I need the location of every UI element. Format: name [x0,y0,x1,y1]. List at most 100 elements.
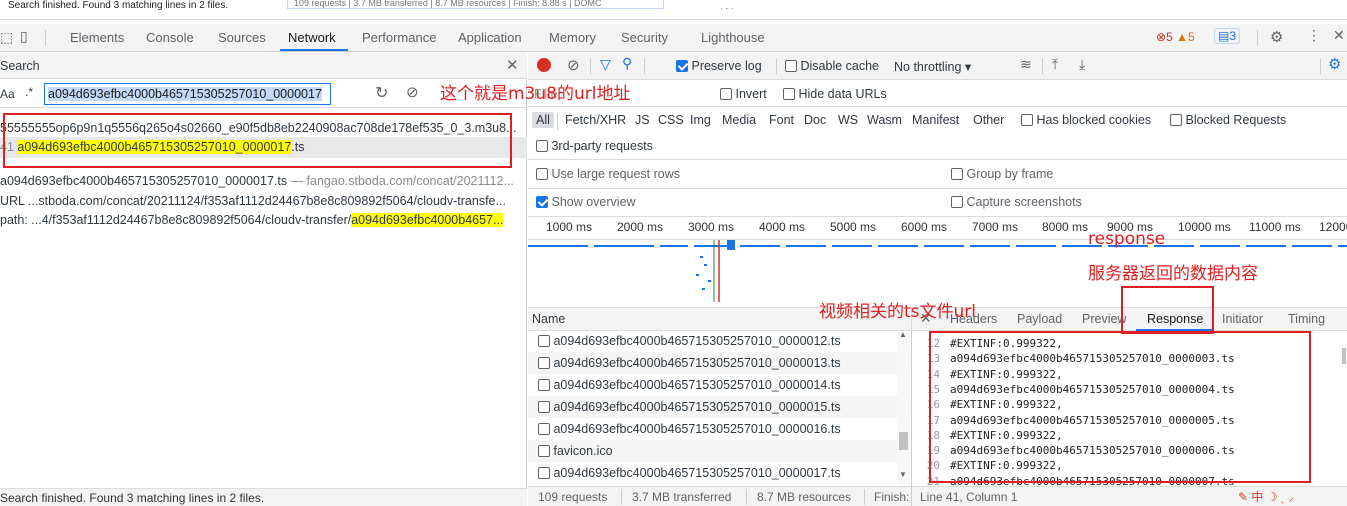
throttling-select[interactable]: No throttling ▾ [894,59,971,74]
type-filter-css[interactable]: CSS [658,113,684,127]
type-filter-media[interactable]: Media [722,113,756,127]
search-icon[interactable]: ⚲ [622,55,632,72]
refresh-icon[interactable]: ↻ [375,83,388,103]
divider [590,58,591,74]
finish-time: Finish: [874,490,910,504]
search-result-match[interactable]: path: ...4/f353af1112d24467b8e8c809892f5… [0,210,527,231]
network-toolbar: ⊘ ▽ ⚲ Preserve log Disable cache No thro… [528,53,1347,80]
tab-network[interactable]: Network [288,30,336,45]
scrollbar-thumb[interactable] [899,432,908,450]
hide-data-urls-checkbox[interactable]: Hide data URLs [783,87,887,101]
scroll-down-icon[interactable]: ▼ [899,470,907,479]
issues-badge[interactable]: ⊗5 ▲5 [1156,30,1195,44]
large-rows-checkbox[interactable]: Use large request rows [536,167,680,181]
type-filter-other[interactable]: Other [973,113,1004,127]
import-har-icon[interactable]: ⤒ [1052,56,1058,73]
more-options-icon[interactable]: ⋮ [1307,27,1321,44]
device-toolbar-icon[interactable]: ▯ [20,28,28,45]
file-icon [538,467,550,479]
tab-application[interactable]: Application [458,30,522,45]
group-by-frame-checkbox[interactable]: Group by frame [951,167,1053,181]
detail-tab-payload[interactable]: Payload [1017,312,1062,326]
ime-icon[interactable]: ✎ 中 ☽ ˎ ⸝ [1238,490,1294,504]
divider [45,30,46,46]
detail-tab-timing[interactable]: Timing [1288,312,1325,326]
tab-lighthouse[interactable]: Lighthouse [701,30,765,45]
export-har-icon[interactable]: ⤓ [1079,56,1085,73]
blocked-cookies-checkbox[interactable]: Has blocked cookies [1021,113,1151,127]
checkbox-unchecked [1021,114,1033,126]
type-filter-manifest[interactable]: Manifest [912,113,959,127]
request-row[interactable]: a094d693efbc4000b465715305257010_0000014… [528,374,911,396]
timeline-tick: 8000 ms [1042,220,1089,234]
invert-label: Invert [735,87,767,101]
preserve-log-checkbox[interactable]: Preserve log [676,59,762,73]
result-file-name: a094d693efbc4000b465715305257010_0000017… [0,174,288,188]
blocked-requests-checkbox[interactable]: Blocked Requests [1170,113,1286,127]
network-conditions-icon[interactable]: ≋ [1020,56,1032,73]
tab-sources[interactable]: Sources [218,30,266,45]
messages-badge[interactable]: ▤3 [1214,28,1241,44]
divider [864,489,865,505]
blocked-cookies-label: Has blocked cookies [1036,113,1152,127]
clear-log-icon[interactable]: ⊘ [567,56,580,74]
type-filter-all[interactable]: All [532,112,554,128]
timeline-tick: 5000 ms [830,220,877,234]
detail-tab-preview[interactable]: Preview [1082,312,1126,326]
scroll-up-icon[interactable]: ▲ [899,330,907,339]
type-filter-ws[interactable]: WS [838,113,858,127]
request-row[interactable]: a094d693efbc4000b465715305257010_0000015… [528,396,911,418]
type-filter-fetch-xhr[interactable]: Fetch/XHR [565,113,626,127]
request-row[interactable]: a094d693efbc4000b465715305257010_0000013… [528,352,911,374]
regex-toggle[interactable]: .* [25,85,33,99]
response-scrollbar-thumb[interactable] [1342,348,1346,364]
network-summary-bar: 109 requests 3.7 MB transferred 8.7 MB r… [528,486,911,506]
third-party-checkbox[interactable]: 3rd-party requests [536,139,653,153]
inspect-element-icon[interactable]: ⬚ [0,29,13,46]
close-icon[interactable]: ✕ [1333,27,1345,44]
annotation-box-response-tab [1121,286,1214,334]
tab-elements[interactable]: Elements [70,30,124,45]
message-icon: ▤ [1218,29,1230,43]
gear-icon[interactable]: ⚙ [1270,28,1283,46]
disable-cache-checkbox[interactable]: Disable cache [785,59,879,73]
search-result-match[interactable]: URL ...stboda.com/concat/20211124/f353af… [0,191,527,212]
tab-memory[interactable]: Memory [549,30,596,45]
record-icon[interactable] [537,58,551,72]
overview-timeline[interactable]: 1000 ms 2000 ms 3000 ms 4000 ms 5000 ms … [528,216,1347,240]
timeline-tick: 2000 ms [617,220,664,234]
filter-icon[interactable]: ▽ [600,56,611,73]
ime-tray[interactable]: ✎ 中 ☽ ˎ ⸝ [1238,488,1347,506]
request-row[interactable]: a094d693efbc4000b465715305257010_0000017… [528,462,911,484]
show-overview-checkbox[interactable]: Show overview [536,195,636,209]
close-search-icon[interactable]: ✕ [506,56,519,74]
capture-screenshots-label: Capture screenshots [966,195,1082,209]
search-input[interactable]: a094d693efbc4000b465715305257010_0000017 [44,83,331,105]
capture-screenshots-checkbox[interactable]: Capture screenshots [951,195,1082,209]
tab-performance[interactable]: Performance [362,30,436,45]
type-filter-doc[interactable]: Doc [804,113,826,127]
result-path-text: path: ...4/f353af1112d24467b8e8c809892f5… [0,213,352,227]
tab-security[interactable]: Security [621,30,668,45]
request-name: a094d693efbc4000b465715305257010_0000015… [553,400,841,414]
name-header-label: Name [532,312,566,326]
warning-icon: ▲ [1176,30,1188,44]
divider [1257,30,1258,46]
search-result-file[interactable]: a094d693efbc4000b465715305257010_0000017… [0,171,527,192]
request-row[interactable]: a094d693efbc4000b465715305257010_0000012… [528,330,911,352]
detail-tab-initiator[interactable]: Initiator [1222,312,1263,326]
transferred-size: 3.7 MB transferred [632,490,732,504]
divider [621,489,622,505]
tab-console[interactable]: Console [146,30,194,45]
invert-checkbox[interactable]: Invert [720,87,767,101]
request-row[interactable]: a094d693efbc4000b465715305257010_0000016… [528,418,911,440]
request-row[interactable]: favicon.ico [528,440,911,462]
type-filter-wasm[interactable]: Wasm [867,113,902,127]
type-filter-font[interactable]: Font [769,113,794,127]
type-filter-img[interactable]: Img [690,113,711,127]
clear-icon[interactable]: ⊘ [406,83,419,101]
match-case-toggle[interactable]: Aa [0,87,15,101]
network-settings-gear-icon[interactable]: ⚙ [1328,55,1341,73]
request-list-scrollbar[interactable]: ▲ ▼ [897,330,910,484]
type-filter-js[interactable]: JS [635,113,650,127]
